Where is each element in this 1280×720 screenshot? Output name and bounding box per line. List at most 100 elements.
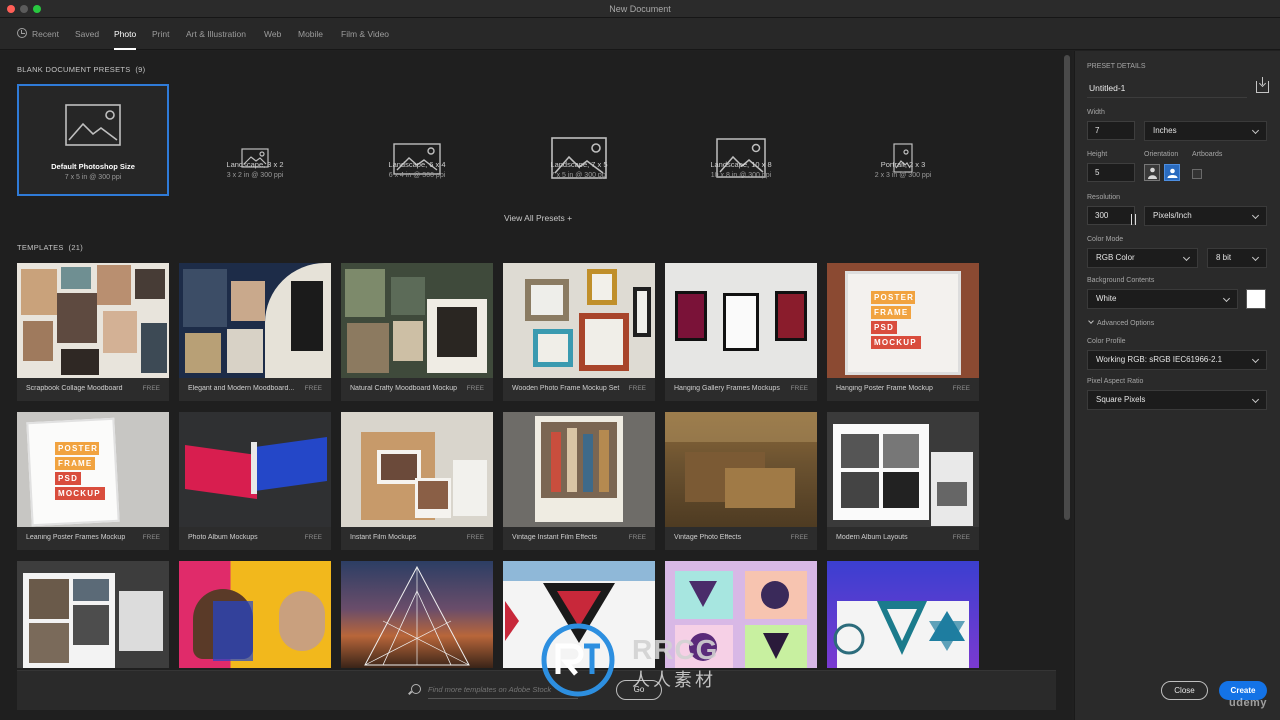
template-card[interactable]: Scrapbook Collage Moodboard FREE [17, 263, 169, 401]
chevron-down-icon [1182, 253, 1191, 262]
template-card[interactable]: Vintage Photo Effects FREE [665, 412, 817, 550]
height-input[interactable]: 5 [1087, 163, 1135, 182]
preset-default-photoshop-size[interactable]: Default Photoshop Size 7 x 5 in @ 300 pp… [17, 84, 169, 196]
tab-print[interactable]: Print [152, 18, 169, 50]
resolution-unit-select[interactable]: Pixels/Inch [1144, 206, 1267, 226]
template-card[interactable]: Photo Album Mockups FREE [179, 412, 331, 550]
portrait-icon [1148, 167, 1157, 179]
tab-web[interactable]: Web [264, 18, 281, 50]
chevron-down-icon [1088, 318, 1094, 324]
width-label: Width [1087, 109, 1105, 116]
template-card[interactable] [179, 561, 331, 668]
chevron-down-icon [1251, 355, 1260, 364]
template-thumbnail [503, 412, 655, 527]
template-card[interactable]: Wooden Photo Frame Mockup Set FREE [503, 263, 655, 401]
orientation-label: Orientation [1144, 151, 1179, 158]
background-contents-select[interactable]: White [1087, 289, 1238, 309]
free-badge: FREE [466, 385, 484, 392]
free-badge: FREE [142, 385, 160, 392]
close-button[interactable]: Close [1161, 681, 1208, 700]
template-thumbnail [179, 263, 331, 378]
close-window-icon[interactable] [7, 5, 15, 13]
window-title: New Document [609, 4, 671, 14]
template-card[interactable] [17, 561, 169, 668]
udemy-watermark: udemy [1229, 697, 1267, 709]
chevron-down-icon [1251, 211, 1260, 220]
template-card[interactable]: Natural Crafty Moodboard Mockup FREE [341, 263, 493, 401]
text-cursor-icon [1131, 214, 1136, 225]
artboards-checkbox[interactable] [1192, 169, 1202, 179]
preset-landscape-10x8[interactable]: Landscape, 10 x 8 10 x 8 in @ 300 ppi [665, 84, 817, 196]
search-icon [411, 684, 421, 694]
advanced-options-toggle[interactable]: Advanced Options [1088, 318, 1154, 327]
resolution-label: Resolution [1087, 194, 1121, 201]
resolution-input[interactable]: 300 [1087, 206, 1135, 225]
template-card[interactable]: POSTER FRAME PSD MOCKUP Leaning Poster F… [17, 412, 169, 550]
template-card[interactable] [341, 561, 493, 668]
preset-details-panel: PRESET DETAILS Untitled-1 Width 7 Inches… [1074, 51, 1280, 720]
chevron-down-icon [1251, 126, 1260, 135]
template-card[interactable] [827, 561, 979, 668]
stock-search-bar: Go [17, 670, 1056, 710]
template-thumbnail [17, 263, 169, 378]
title-bar: New Document [0, 0, 1280, 18]
maximize-window-icon[interactable] [33, 5, 41, 13]
template-card[interactable]: Vintage Instant Film Effects FREE [503, 412, 655, 550]
templates-count: (21) [68, 243, 84, 252]
pixel-aspect-ratio-select[interactable]: Square Pixels [1087, 390, 1267, 410]
color-profile-select[interactable]: Working RGB: sRGB IEC61966-2.1 [1087, 350, 1267, 370]
color-mode-label: Color Mode [1087, 236, 1124, 243]
template-card[interactable]: Modern Album Layouts FREE [827, 412, 979, 550]
templates-heading: TEMPLATES (21) [17, 243, 84, 252]
free-badge: FREE [466, 534, 484, 541]
portrait-orientation-button[interactable] [1144, 164, 1160, 181]
new-document-dialog: New Document Recent Saved Photo Print Ar… [0, 0, 1280, 720]
tab-film-video[interactable]: Film & Video [341, 18, 389, 50]
template-card[interactable]: Elegant and Modern Moodboard... FREE [179, 263, 331, 401]
free-badge: FREE [952, 534, 970, 541]
category-tabs: Recent Saved Photo Print Art & Illustrat… [0, 18, 1280, 50]
tab-recent[interactable]: Recent [17, 18, 59, 50]
template-card[interactable]: POSTER FRAME PSD MOCKUP Hanging Poster F… [827, 263, 979, 401]
preset-landscape-3x2[interactable]: Landscape, 3 x 2 3 x 2 in @ 300 ppi [179, 84, 331, 196]
tab-photo[interactable]: Photo [114, 18, 137, 50]
preset-details-heading: PRESET DETAILS [1087, 63, 1146, 70]
templates-scrollbar[interactable] [1064, 55, 1070, 520]
watermark: RRCG 人人素材 [540, 622, 740, 702]
preset-portrait-2x3[interactable]: Portrait, 2 x 3 2 x 3 in @ 300 ppi [827, 84, 979, 196]
tab-mobile[interactable]: Mobile [298, 18, 323, 50]
free-badge: FREE [628, 534, 646, 541]
preset-landscape-6x4[interactable]: Landscape, 6 x 4 6 x 4 in @ 300 ppi [341, 84, 493, 196]
background-color-swatch[interactable] [1246, 289, 1266, 309]
presets-count: (9) [135, 65, 146, 74]
document-name-field[interactable]: Untitled-1 [1089, 83, 1125, 93]
template-thumbnail [503, 263, 655, 378]
free-badge: FREE [790, 534, 808, 541]
tab-art-illustration[interactable]: Art & Illustration [186, 18, 246, 50]
template-thumbnail [827, 412, 979, 527]
free-badge: FREE [304, 385, 322, 392]
tab-saved[interactable]: Saved [75, 18, 99, 50]
minimize-window-icon[interactable] [20, 5, 28, 13]
landscape-orientation-button[interactable] [1164, 164, 1180, 181]
free-badge: FREE [952, 385, 970, 392]
template-thumbnail [17, 561, 169, 668]
background-contents-label: Background Contents [1087, 277, 1155, 284]
width-unit-select[interactable]: Inches [1144, 121, 1267, 141]
rrcg-logo-icon [541, 623, 615, 697]
bit-depth-select[interactable]: 8 bit [1207, 248, 1267, 268]
preset-landscape-7x5[interactable]: Landscape, 7 x 5 7 x 5 in @ 300 ppi [503, 84, 655, 196]
template-card[interactable]: Hanging Gallery Frames Mockups FREE [665, 263, 817, 401]
artboards-label: Artboards [1192, 151, 1223, 158]
free-badge: FREE [790, 385, 808, 392]
width-input[interactable]: 7 [1087, 121, 1135, 140]
view-all-presets-link[interactable]: View All Presets + [504, 213, 572, 223]
save-preset-icon[interactable] [1256, 77, 1269, 93]
template-thumbnail [179, 412, 331, 527]
image-placeholder-icon [393, 143, 441, 175]
template-card[interactable]: Instant Film Mockups FREE [341, 412, 493, 550]
template-thumbnail [665, 412, 817, 527]
image-placeholder-icon [65, 104, 121, 146]
divider [1087, 97, 1247, 98]
color-mode-select[interactable]: RGB Color [1087, 248, 1198, 268]
